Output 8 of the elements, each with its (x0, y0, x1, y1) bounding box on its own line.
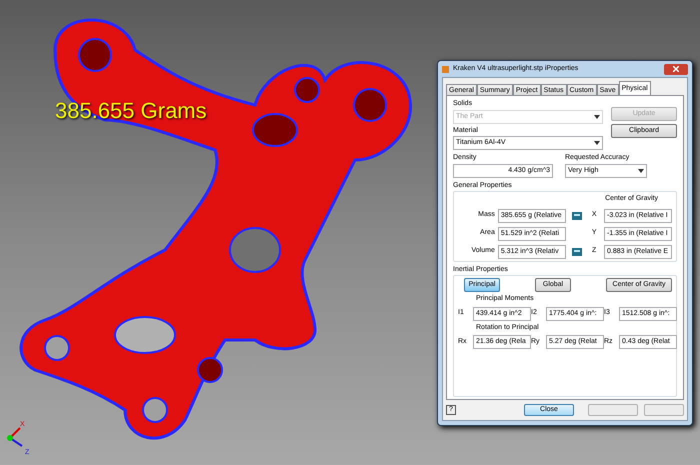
close-icon (673, 66, 679, 72)
caret-icon (638, 168, 644, 172)
calculator-icon[interactable] (572, 248, 582, 256)
caret-icon (594, 114, 600, 118)
caret-icon (594, 141, 600, 145)
calculator-icon[interactable] (572, 212, 582, 220)
close-button[interactable] (664, 64, 688, 74)
app-icon (442, 66, 449, 72)
